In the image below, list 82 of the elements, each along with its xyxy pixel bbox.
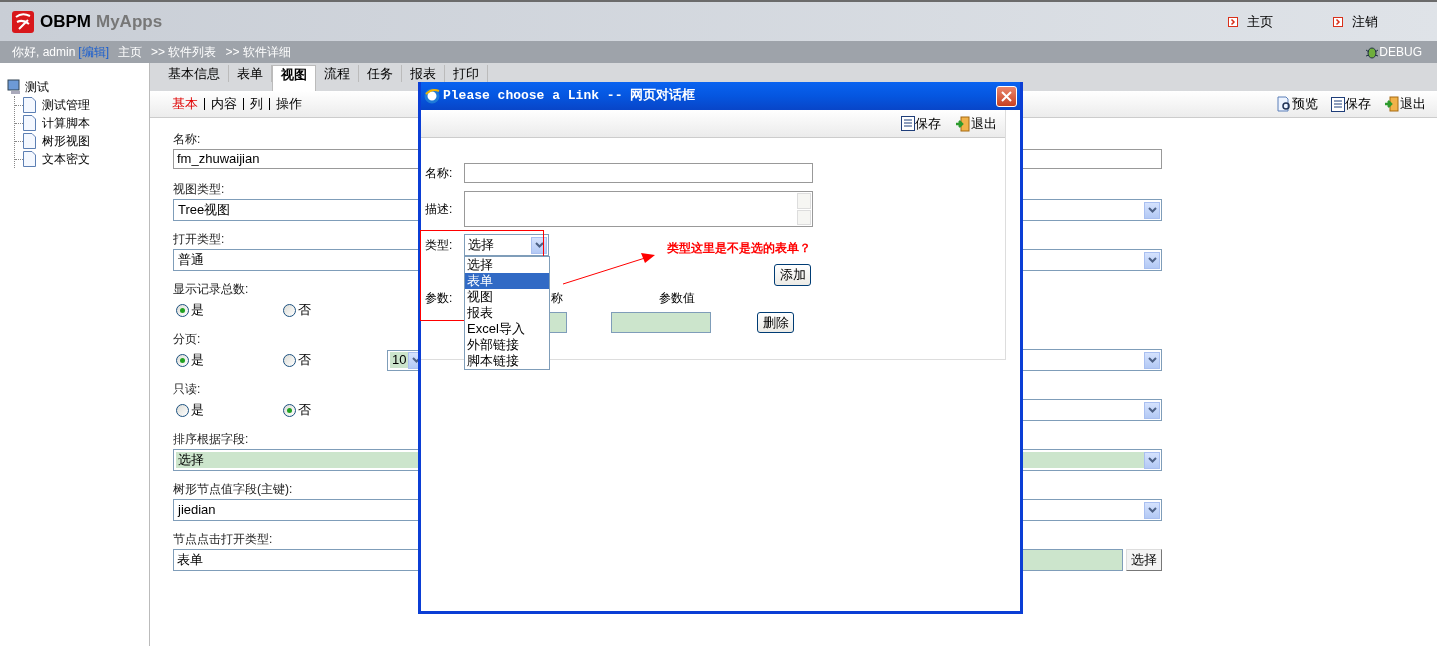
tab[interactable]: 基本信息 xyxy=(160,65,229,82)
door-icon xyxy=(955,115,971,132)
save-button[interactable]: 保存 xyxy=(901,113,941,134)
field-label: 参数: xyxy=(425,290,453,307)
tab[interactable]: 流程 xyxy=(316,65,359,82)
header-link[interactable]: 主页 xyxy=(1228,11,1273,32)
sub-tab[interactable]: 操作 xyxy=(276,94,302,114)
sub-tab[interactable]: 内容 xyxy=(211,94,237,114)
document-icon xyxy=(23,151,36,167)
header-link[interactable]: 注销 xyxy=(1333,11,1378,32)
input-field[interactable] xyxy=(611,312,711,333)
tree-item[interactable]: 测试 xyxy=(25,78,49,96)
radio-button[interactable] xyxy=(176,303,189,317)
field-label: 类型: xyxy=(424,237,454,254)
close-button[interactable] xyxy=(996,85,1017,107)
browser-icon xyxy=(424,88,440,104)
dropdown-option[interactable]: 选择 xyxy=(465,257,549,273)
dropdown-option[interactable]: 视图 xyxy=(465,289,549,305)
tree-item[interactable]: 树形视图 xyxy=(42,132,90,150)
input-field[interactable] xyxy=(464,163,813,183)
sub-tab[interactable]: 列 xyxy=(250,94,263,114)
tree-item[interactable]: 计算脚本 xyxy=(42,114,90,132)
document-icon xyxy=(23,133,36,149)
radio-label: 是 xyxy=(191,401,204,420)
text-area[interactable] xyxy=(464,191,813,227)
magnifier-icon xyxy=(1277,96,1292,112)
document-icon xyxy=(23,97,36,113)
radio-label: 是 xyxy=(191,351,204,370)
scrollbar[interactable] xyxy=(796,192,812,226)
dropdown-option[interactable]: 脚本链接 xyxy=(465,353,549,369)
field-label: 名称: xyxy=(424,165,454,182)
field-label: 树形节点值字段(主键): xyxy=(173,481,293,498)
radio-button[interactable] xyxy=(283,303,296,317)
field-label: 排序根据字段: xyxy=(173,431,249,448)
field-label: 只读: xyxy=(173,381,201,398)
tree-item[interactable]: 文本密文 xyxy=(42,150,90,168)
logo-icon xyxy=(10,8,36,35)
document-icon xyxy=(23,115,36,131)
tab[interactable]: 视图 xyxy=(272,65,316,91)
radio-label: 是 xyxy=(191,301,204,320)
field-label: 名称: xyxy=(173,131,201,148)
dialog-title: Please choose a Link -- 网页对话框 xyxy=(443,87,696,106)
chevron-icon xyxy=(1333,16,1343,27)
choose-button[interactable]: 选择 xyxy=(1126,549,1162,571)
field-label: 打开类型: xyxy=(173,231,225,248)
radio-button[interactable] xyxy=(283,353,296,367)
bug-icon xyxy=(1365,45,1380,59)
field-label: 显示记录总数: xyxy=(173,281,249,298)
radio-button[interactable] xyxy=(176,353,189,367)
exit-button[interactable]: 退出 xyxy=(1384,94,1426,114)
door-icon xyxy=(1384,96,1400,112)
field-label: 视图类型: xyxy=(173,181,225,198)
tab[interactable]: 任务 xyxy=(359,65,402,82)
tree-item[interactable]: 测试管理 xyxy=(42,96,90,114)
save-button[interactable]: 保存 xyxy=(1331,94,1371,114)
select-field[interactable]: 选择 xyxy=(464,234,549,256)
dropdown-option[interactable]: 外部链接 xyxy=(465,337,549,353)
delete-button[interactable]: 删除 xyxy=(757,312,794,333)
column-header: 参数值 xyxy=(659,290,696,307)
radio-label: 否 xyxy=(298,401,311,420)
column-header: 称 xyxy=(551,290,565,307)
app-name: MyApps xyxy=(96,10,163,33)
radio-button[interactable] xyxy=(283,403,296,417)
dropdown-option[interactable]: Excel导入 xyxy=(465,321,549,337)
logo-text: OBPM xyxy=(40,10,91,33)
field-label: 节点点击打开类型: xyxy=(173,531,273,548)
add-button[interactable]: 添加 xyxy=(774,264,811,286)
chevron-icon xyxy=(1228,16,1238,27)
computer-icon xyxy=(7,79,22,95)
exit-button[interactable]: 退出 xyxy=(955,113,997,134)
radio-button[interactable] xyxy=(176,403,189,417)
dropdown-option[interactable]: 报表 xyxy=(465,305,549,321)
preview-button[interactable]: 预览 xyxy=(1277,94,1318,114)
radio-label: 否 xyxy=(298,351,311,370)
sub-tab[interactable]: 基本 xyxy=(172,94,198,114)
dropdown-option[interactable]: 表单 xyxy=(465,273,549,289)
greeting-text: 你好, admin xyxy=(12,44,76,61)
radio-label: 否 xyxy=(298,301,311,320)
field-label: 分页: xyxy=(173,331,201,348)
field-label: 描述: xyxy=(424,201,454,218)
close-icon xyxy=(1001,90,1012,102)
annotation-text: 类型这里是不是选的表单？ xyxy=(667,240,811,257)
